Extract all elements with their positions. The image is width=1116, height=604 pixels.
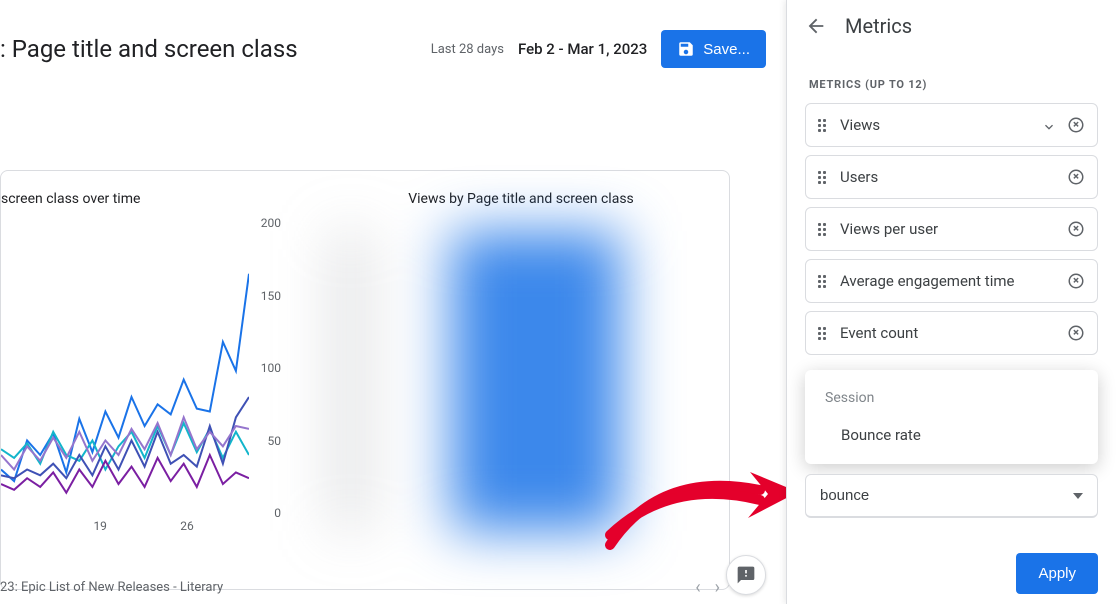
next-page-button[interactable]: › (715, 577, 720, 598)
y-axis-tick: 0 (274, 506, 281, 520)
date-range-value[interactable]: Feb 2 - Mar 1, 2023 (518, 40, 647, 58)
bar-chart-blurred (331, 231, 671, 531)
paginator: ‹ › (695, 577, 720, 598)
main-report-area: : Page title and screen class Last 28 da… (0, 0, 786, 604)
apply-button[interactable]: Apply (1016, 553, 1098, 594)
drag-handle-icon[interactable] (818, 222, 830, 236)
drag-handle-icon[interactable] (818, 118, 830, 132)
metric-list: Views Users Views per user Average engageme… (787, 103, 1116, 355)
metric-chip[interactable]: Event count (805, 311, 1098, 355)
line-chart-container: screen class over time 0501001502001926 (1, 191, 301, 543)
save-button-label: Save... (703, 41, 750, 58)
metric-chip[interactable]: Views per user (805, 207, 1098, 251)
save-icon (677, 40, 695, 58)
chart-series-line (1, 274, 249, 481)
feedback-button[interactable] (726, 555, 766, 595)
chevron-down-icon (1073, 493, 1083, 499)
bar-chart-title: Views by Page title and screen class (331, 191, 711, 207)
chart-card: screen class over time 0501001502001926 … (0, 170, 730, 590)
metric-label: Views (840, 116, 1031, 134)
metric-label: Event count (840, 324, 1057, 342)
metric-search-field[interactable] (805, 474, 1098, 518)
metric-chip[interactable]: Users (805, 155, 1098, 199)
line-chart-svg (1, 223, 249, 513)
x-axis-tick: 19 (93, 519, 107, 547)
remove-metric-icon[interactable] (1067, 168, 1085, 186)
header-controls: Last 28 days Feb 2 - Mar 1, 2023 Save... (431, 30, 766, 68)
bar-chart-container: Views by Page title and screen class (331, 191, 711, 223)
metric-chip[interactable]: Average engagement time (805, 259, 1098, 303)
y-axis-tick: 200 (261, 216, 281, 230)
x-axis-tick: 26 (180, 519, 194, 547)
metrics-panel: Metrics METRICS (UP TO 12) ViewsUsersVie… (786, 0, 1116, 604)
remove-metric-icon[interactable] (1067, 324, 1085, 342)
suggestion-group-label: Session (805, 384, 1098, 412)
back-arrow-icon[interactable] (805, 15, 827, 37)
report-header: : Page title and screen class Last 28 da… (0, 0, 786, 98)
metric-search-input[interactable] (820, 487, 1030, 504)
panel-title: Metrics (845, 14, 912, 38)
metric-label: Users (840, 168, 1057, 186)
prev-page-button[interactable]: ‹ (695, 577, 700, 598)
panel-subtitle: METRICS (UP TO 12) (809, 78, 1094, 91)
drag-handle-icon[interactable] (818, 170, 830, 184)
sort-descending-icon (1041, 117, 1057, 133)
panel-header: Metrics (787, 0, 1116, 52)
save-button[interactable]: Save... (661, 30, 766, 68)
y-axis-tick: 100 (261, 361, 281, 375)
y-axis-tick: 150 (261, 289, 281, 303)
line-chart-title: screen class over time (1, 191, 301, 207)
page-title: : Page title and screen class (0, 35, 298, 63)
remove-metric-icon[interactable] (1067, 116, 1085, 134)
drag-handle-icon[interactable] (818, 274, 830, 288)
footer-caption: 23: Epic List of New Releases - Literary (0, 580, 223, 595)
feedback-icon (736, 565, 756, 585)
remove-metric-icon[interactable] (1067, 272, 1085, 290)
metric-label: Average engagement time (840, 272, 1057, 290)
metric-label: Views per user (840, 220, 1057, 238)
y-axis-tick: 50 (268, 434, 282, 448)
suggestion-item-bounce-rate[interactable]: Bounce rate (805, 412, 1098, 458)
line-chart: 0501001502001926 (1, 223, 281, 543)
date-range-label: Last 28 days (431, 42, 504, 57)
footer-row: 23: Epic List of New Releases - Literary… (0, 571, 730, 604)
drag-handle-icon[interactable] (818, 326, 830, 340)
metric-chip[interactable]: Views (805, 103, 1098, 147)
remove-metric-icon[interactable] (1067, 220, 1085, 238)
metric-suggestion-popover: Session Bounce rate (805, 370, 1098, 464)
